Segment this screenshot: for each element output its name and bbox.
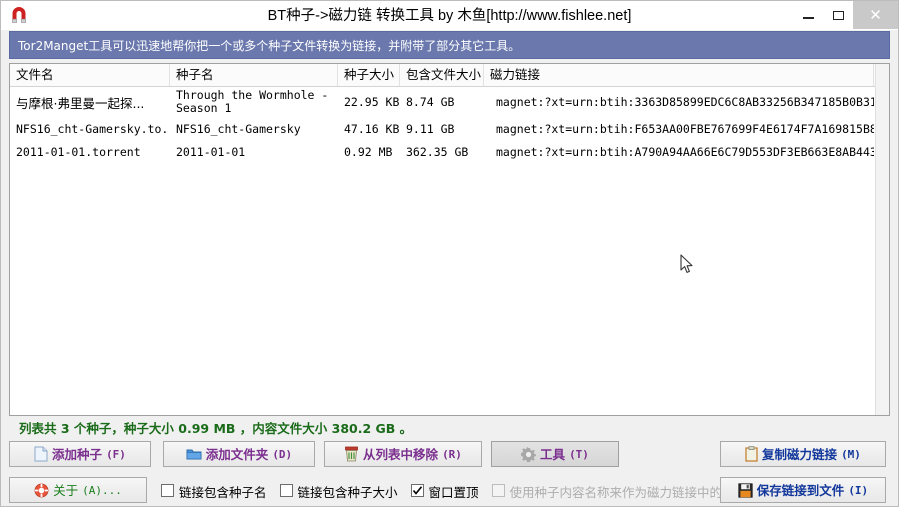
copy-magnet-button[interactable]: 复制磁力链接 (M) [720, 441, 886, 467]
gear-icon [521, 446, 537, 462]
tools-accel: (T) [569, 447, 589, 461]
secondary-toolbar: 关于 (A)... 链接包含种子名 链接包含种子大小 窗口置顶 使用种子内容名称… [1, 474, 898, 506]
window-title: BT种子->磁力链 转换工具 by 木鱼[http://www.fishlee.… [267, 8, 632, 24]
column-header-content-size[interactable]: 包含文件大小 [400, 64, 484, 86]
table-row[interactable]: 2011-01-01.torrent 2011-01-01 0.92 MB 36… [10, 140, 889, 163]
info-banner: Tor2Manget工具可以迅速地帮你把一个或多个种子文件转换为链接，并附带了部… [9, 31, 890, 59]
save-links-accel: (I) [848, 483, 869, 497]
table-body: 与摩根·弗里曼一起探... Through the Wormhole - Sea… [10, 87, 889, 415]
cell-seed-size: 0.92 MB [344, 144, 393, 159]
options-checkbox-group: 链接包含种子名 链接包含种子大小 窗口置顶 使用种子内容名称来作为磁力链接中的名… [161, 481, 760, 500]
window-controls: ✕ [793, 1, 898, 29]
about-accel: (A)... [82, 483, 122, 497]
cell-content-size: 8.74 GB [406, 95, 455, 109]
table-row[interactable]: NFS16_cht-Gamersky.to... NFS16_cht-Gamer… [10, 117, 889, 140]
about-button[interactable]: 关于 (A)... [9, 477, 147, 503]
add-seed-label: 添加种子 [52, 446, 103, 462]
checkbox-box [161, 483, 174, 497]
option-label: 使用种子内容名称来作为磁力链接中的名字 [509, 484, 748, 500]
checkbox-box [410, 483, 424, 497]
option-include-seed-name[interactable]: 链接包含种子名 [161, 481, 267, 500]
add-seed-accel: (F) [106, 447, 126, 461]
remove-from-list-button[interactable]: 从列表中移除 (R) [324, 441, 482, 467]
copy-magnet-accel: (M) [841, 447, 861, 461]
cell-magnet-link: magnet:?xt=urn:btih:A790A94AA66E6C79D553… [496, 144, 874, 159]
cell-seed-size: 22.95 KB [344, 95, 400, 109]
cell-magnet-link: magnet:?xt=urn:btih:3363D85899EDC6C8AB33… [496, 95, 874, 109]
checkbox-box [491, 483, 505, 497]
cell-seed-name: NFS16_cht-Gamersky [176, 121, 301, 136]
cell-seed-name: 2011-01-01 [176, 144, 246, 159]
maximize-button[interactable] [823, 1, 853, 29]
magnet-icon [8, 5, 30, 27]
column-header-seed-name[interactable]: 种子名 [170, 64, 338, 86]
close-button[interactable]: ✕ [853, 1, 898, 29]
copy-magnet-label: 复制磁力链接 [762, 446, 838, 462]
option-use-content-name: 使用种子内容名称来作为磁力链接中的名字 [491, 481, 748, 500]
cell-file-name: NFS16_cht-Gamersky.to... [16, 121, 170, 136]
remove-label: 从列表中移除 [363, 446, 439, 462]
application-window: BT种子->磁力链 转换工具 by 木鱼[http://www.fishlee.… [0, 0, 899, 507]
save-links-label: 保存链接到文件 [756, 482, 845, 498]
close-icon: ✕ [869, 6, 882, 24]
cell-content-size: 9.11 GB [406, 121, 455, 136]
option-label: 链接包含种子大小 [297, 484, 398, 500]
column-header-file-name[interactable]: 文件名 [10, 64, 170, 86]
tools-button[interactable]: 工具 (T) [491, 441, 619, 467]
add-folder-button[interactable]: 添加文件夹 (D) [163, 441, 315, 467]
list-vertical-scrollbar[interactable] [875, 64, 889, 415]
column-header-seed-size[interactable]: 种子大小 [338, 64, 400, 86]
table-row[interactable]: 与摩根·弗里曼一起探... Through the Wormhole - Sea… [10, 87, 889, 117]
floppy-icon [738, 482, 753, 498]
about-label: 关于 [53, 482, 79, 498]
title-bar: BT种子->磁力链 转换工具 by 木鱼[http://www.fishlee.… [1, 1, 898, 30]
minimize-button[interactable] [793, 1, 823, 29]
file-icon [34, 446, 48, 462]
cell-content-size: 362.35 GB [406, 144, 469, 159]
cell-magnet-link: magnet:?xt=urn:btih:F653AA00FBE767699F4E… [496, 121, 874, 136]
primary-toolbar: 添加种子 (F) 添加文件夹 (D) 从列表中移除 (R) 工具 (T) 复制磁… [1, 438, 898, 470]
cell-seed-size: 47.16 KB [344, 121, 400, 136]
minimize-icon [802, 17, 814, 19]
clipboard-icon [745, 446, 758, 462]
cell-seed-name: Through the Wormhole - Season 1 [176, 89, 329, 115]
option-always-on-top[interactable]: 窗口置顶 [410, 481, 479, 500]
add-folder-label: 添加文件夹 [205, 446, 269, 462]
add-folder-accel: (D) [272, 447, 293, 461]
cell-file-name: 与摩根·弗里曼一起探... [16, 95, 145, 111]
add-seed-button[interactable]: 添加种子 (F) [9, 441, 151, 467]
cell-file-name: 2011-01-01.torrent [16, 144, 141, 159]
folder-icon [186, 447, 202, 461]
lifebuoy-icon [34, 483, 49, 498]
checkbox-box [279, 483, 293, 497]
table-header-row: 文件名 种子名 种子大小 包含文件大小 磁力链接 [10, 64, 889, 87]
trash-icon [344, 446, 359, 462]
torrent-list-panel: 文件名 种子名 种子大小 包含文件大小 磁力链接 与摩根·弗里曼一起探... T… [9, 63, 890, 416]
option-label: 窗口置顶 [428, 484, 479, 500]
save-links-button[interactable]: 保存链接到文件 (I) [720, 477, 886, 503]
option-label: 链接包含种子名 [179, 484, 267, 500]
status-text: 列表共 3 个种子，种子大小 0.99 MB ，内容文件大小 380.2 GB … [19, 420, 413, 436]
option-include-seed-size[interactable]: 链接包含种子大小 [279, 481, 398, 500]
column-header-magnet[interactable]: 磁力链接 [484, 64, 874, 86]
maximize-icon [832, 10, 844, 20]
check-icon [412, 485, 422, 495]
remove-accel: (R) [442, 447, 462, 461]
tools-label: 工具 [540, 446, 566, 462]
